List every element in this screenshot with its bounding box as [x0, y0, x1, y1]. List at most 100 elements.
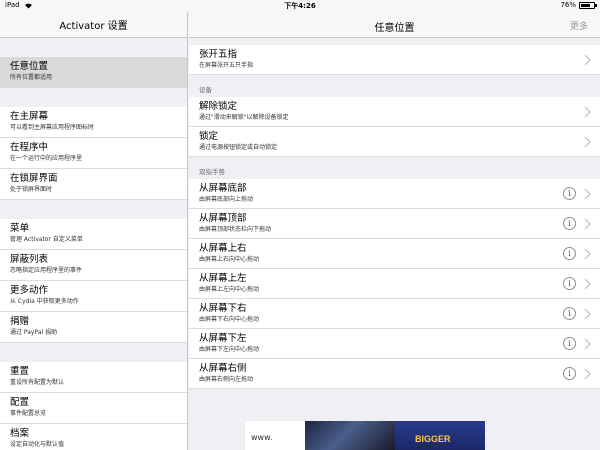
sidebar-item-in-app[interactable]: 在程序中 在一个运行中的应用程序里	[0, 138, 187, 169]
sidebar-navbar: Activator 设置	[0, 12, 187, 38]
chevron-right-icon	[584, 188, 591, 200]
event-row-from-top-left[interactable]: 从屏幕上左 由屏幕上左向中心拖动 i	[189, 269, 600, 299]
event-title: 张开五指	[199, 49, 238, 60]
item-title: 屏蔽列表	[10, 254, 49, 265]
event-title: 从屏幕下右	[199, 303, 247, 314]
item-subtitle: 从 Cydia 中获取更多动作	[10, 298, 79, 305]
item-subtitle: 处于锁屏界面时	[10, 186, 53, 193]
item-title: 捐赠	[10, 316, 30, 327]
item-title: 任意位置	[10, 61, 49, 72]
sidebar-item-homescreen[interactable]: 在主屏幕 可以看到主屏幕应用程序图标时	[0, 107, 187, 138]
item-title: 在程序中	[10, 142, 49, 153]
detail-navbar: 任意位置 更多	[189, 12, 600, 38]
event-subtitle: 由屏幕底部向上拖动	[199, 196, 254, 203]
sidebar-item-more-actions[interactable]: 更多动作 从 Cydia 中获取更多动作	[0, 281, 187, 312]
event-row-from-top[interactable]: 从屏幕顶部 由屏幕顶部状态栏向下拖动 i	[189, 209, 600, 239]
group-contexts: 在主屏幕 可以看到主屏幕应用程序图标时 在程序中 在一个运行中的应用程序里 在锁…	[0, 107, 187, 200]
info-icon[interactable]: i	[563, 217, 576, 230]
sidebar-item-configuration[interactable]: 配置 事件配置总览	[0, 393, 187, 424]
event-title: 从屏幕上右	[199, 243, 247, 254]
event-subtitle: 由屏幕上右向中心拖动	[199, 256, 260, 263]
sidebar-item-profiles[interactable]: 档案 设定自动化与默认值	[0, 424, 187, 450]
event-title: 从屏幕右侧	[199, 363, 247, 374]
event-subtitle: 由屏幕右侧向左拖动	[199, 376, 254, 383]
event-row-from-bottom[interactable]: 从屏幕底部 由屏幕底部向上拖动 i	[189, 179, 600, 209]
banner-tag: BIGGER	[415, 434, 451, 444]
group-config: 重置 重设所有配置为默认 配置 事件配置总览 档案 设定自动化与默认值	[0, 362, 187, 450]
more-button[interactable]: 更多	[570, 19, 588, 32]
sidebar-title: Activator 设置	[59, 21, 128, 32]
event-row-from-top-right[interactable]: 从屏幕上右 由屏幕上右向中心拖动 i	[189, 239, 600, 269]
info-icon[interactable]: i	[563, 337, 576, 350]
status-right: 76%	[560, 1, 597, 9]
sidebar-item-menus[interactable]: 菜单 管理 Activator 自定义菜单	[0, 219, 187, 250]
chevron-right-icon	[584, 338, 591, 350]
settings-sidebar: Activator 设置 任意位置 所有位置都适用 在主屏幕 可以看到主屏幕应用…	[0, 12, 188, 450]
event-subtitle: 由屏幕顶部状态栏向下拖动	[199, 226, 272, 233]
info-icon[interactable]: i	[563, 367, 576, 380]
event-row-unlock[interactable]: 解除锁定 通过"滑动来解锁"以解除设备锁定	[189, 97, 600, 127]
sidebar-item-blacklist[interactable]: 屏蔽列表 忽略指定应用程序里的事件	[0, 250, 187, 281]
event-subtitle: 通过电源按钮锁定或自动锁定	[199, 144, 278, 151]
battery-icon	[579, 1, 597, 9]
info-icon[interactable]: i	[563, 187, 576, 200]
info-icon[interactable]: i	[563, 247, 576, 260]
group-location: 任意位置 所有位置都适用	[0, 57, 187, 88]
item-subtitle: 所有位置都适用	[10, 74, 53, 81]
status-time: 下午4:26	[284, 2, 316, 10]
item-subtitle: 事件配置总览	[10, 410, 47, 417]
event-title: 从屏幕底部	[199, 183, 247, 194]
battery-percent: 76%	[560, 1, 576, 9]
event-subtitle: 通过"滑动来解锁"以解除设备锁定	[199, 114, 289, 121]
event-subtitle: 在屏幕张开五只手指	[199, 62, 254, 69]
page-title: 任意位置	[374, 23, 415, 34]
item-title: 配置	[10, 397, 30, 408]
sidebar-item-anywhere[interactable]: 任意位置 所有位置都适用	[0, 57, 187, 88]
event-row-from-right[interactable]: 从屏幕右侧 由屏幕右侧向左拖动 i	[189, 359, 600, 389]
event-subtitle: 由屏幕下右向中心拖动	[199, 316, 260, 323]
section-header-device: 设备	[199, 86, 212, 94]
item-title: 在主屏幕	[10, 111, 49, 122]
banner-ad[interactable]: www. BIGGER	[245, 421, 485, 450]
chevron-right-icon	[584, 106, 591, 118]
item-title: 更多动作	[10, 285, 49, 296]
event-title: 从屏幕下左	[199, 333, 247, 344]
chevron-right-icon	[584, 308, 591, 320]
event-row-from-bottom-left[interactable]: 从屏幕下左 由屏幕下左向中心拖动 i	[189, 329, 600, 359]
event-title: 锁定	[199, 131, 219, 142]
status-bar: iPad 下午4:26 76%	[0, 0, 600, 12]
item-title: 重置	[10, 366, 30, 377]
chevron-right-icon	[584, 136, 591, 148]
info-icon[interactable]: i	[563, 307, 576, 320]
event-subtitle: 由屏幕下左向中心拖动	[199, 346, 260, 353]
item-title: 档案	[10, 428, 30, 439]
item-title: 菜单	[10, 223, 30, 234]
sidebar-item-reset[interactable]: 重置 重设所有配置为默认	[0, 362, 187, 393]
event-title: 从屏幕顶部	[199, 213, 247, 224]
item-subtitle: 设定自动化与默认值	[10, 441, 65, 448]
info-icon[interactable]: i	[563, 277, 576, 290]
sidebar-item-donate[interactable]: 捐赠 通过 PayPal 捐助	[0, 312, 187, 343]
section-header-two-finger: 双指手势	[199, 168, 225, 176]
item-subtitle: 通过 PayPal 捐助	[10, 329, 58, 336]
chevron-right-icon	[584, 54, 591, 66]
item-title: 在锁屏界面	[10, 173, 58, 184]
detail-pane: 任意位置 更多 张开五指 在屏幕张开五只手指 设备 解除锁定 通过"滑动来解锁"…	[189, 12, 600, 450]
event-row-lock[interactable]: 锁定 通过电源按钮锁定或自动锁定	[189, 127, 600, 157]
event-row-five-finger-spread[interactable]: 张开五指 在屏幕张开五只手指	[189, 45, 600, 75]
event-row-from-bottom-right[interactable]: 从屏幕下右 由屏幕下右向中心拖动 i	[189, 299, 600, 329]
battery-fill	[581, 3, 591, 7]
item-subtitle: 管理 Activator 自定义菜单	[10, 236, 83, 243]
sidebar-item-lockscreen[interactable]: 在锁屏界面 处于锁屏界面时	[0, 169, 187, 200]
event-title: 从屏幕上左	[199, 273, 247, 284]
item-subtitle: 重设所有配置为默认	[10, 379, 65, 386]
event-title: 解除锁定	[199, 101, 238, 112]
banner-art-left	[305, 421, 395, 450]
group-tools: 菜单 管理 Activator 自定义菜单 屏蔽列表 忽略指定应用程序里的事件 …	[0, 219, 187, 343]
item-subtitle: 在一个运行中的应用程序里	[10, 155, 83, 162]
chevron-right-icon	[584, 278, 591, 290]
